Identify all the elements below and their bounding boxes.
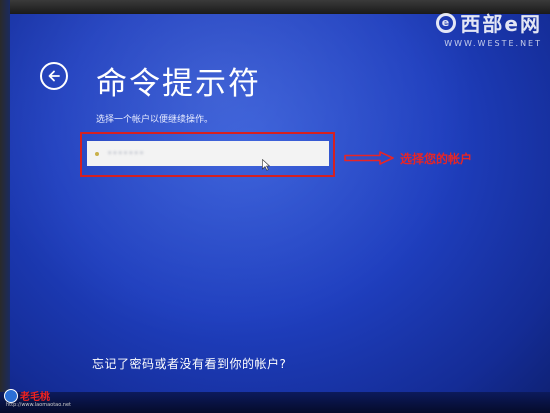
mouse-cursor-icon [262,159,270,171]
watermark-bottom-brand: 老毛桃 [20,392,50,403]
watermark-logo-icon: e [436,12,457,33]
watermark-brand: e 西部e网 [436,8,542,37]
watermark-bottom-logo-icon [4,389,18,403]
watermark-top: e 西部e网 WWW.WESTE.NET [400,8,550,56]
instruction-text: 选择一个帐户以便继续操作。 [96,115,214,125]
monitor-bezel-left [0,0,10,413]
annotation-label: 选择您的帐户 [400,152,473,166]
back-button[interactable] [40,62,68,90]
right-arrow-icon [344,151,394,165]
account-name: ••••••• [107,148,145,159]
page-title: 命令提示符 [96,66,261,102]
monitor-bezel-bottom [0,392,550,413]
watermark-bottom: 老毛桃 http://www.laomaotao.net [2,387,72,411]
screen-glare [0,0,550,413]
forgot-password-link[interactable]: 忘记了密码或者没有看到你的帐户? [92,355,286,372]
watermark-url: WWW.WESTE.NET [444,39,542,48]
watermark-bottom-url: http://www.laomaotao.net [6,402,72,408]
watermark-brand-text: 西部e网 [460,12,542,36]
account-bullet-icon [95,151,99,156]
account-selector[interactable]: ••••••• [87,141,329,166]
back-arrow-icon [48,70,60,82]
